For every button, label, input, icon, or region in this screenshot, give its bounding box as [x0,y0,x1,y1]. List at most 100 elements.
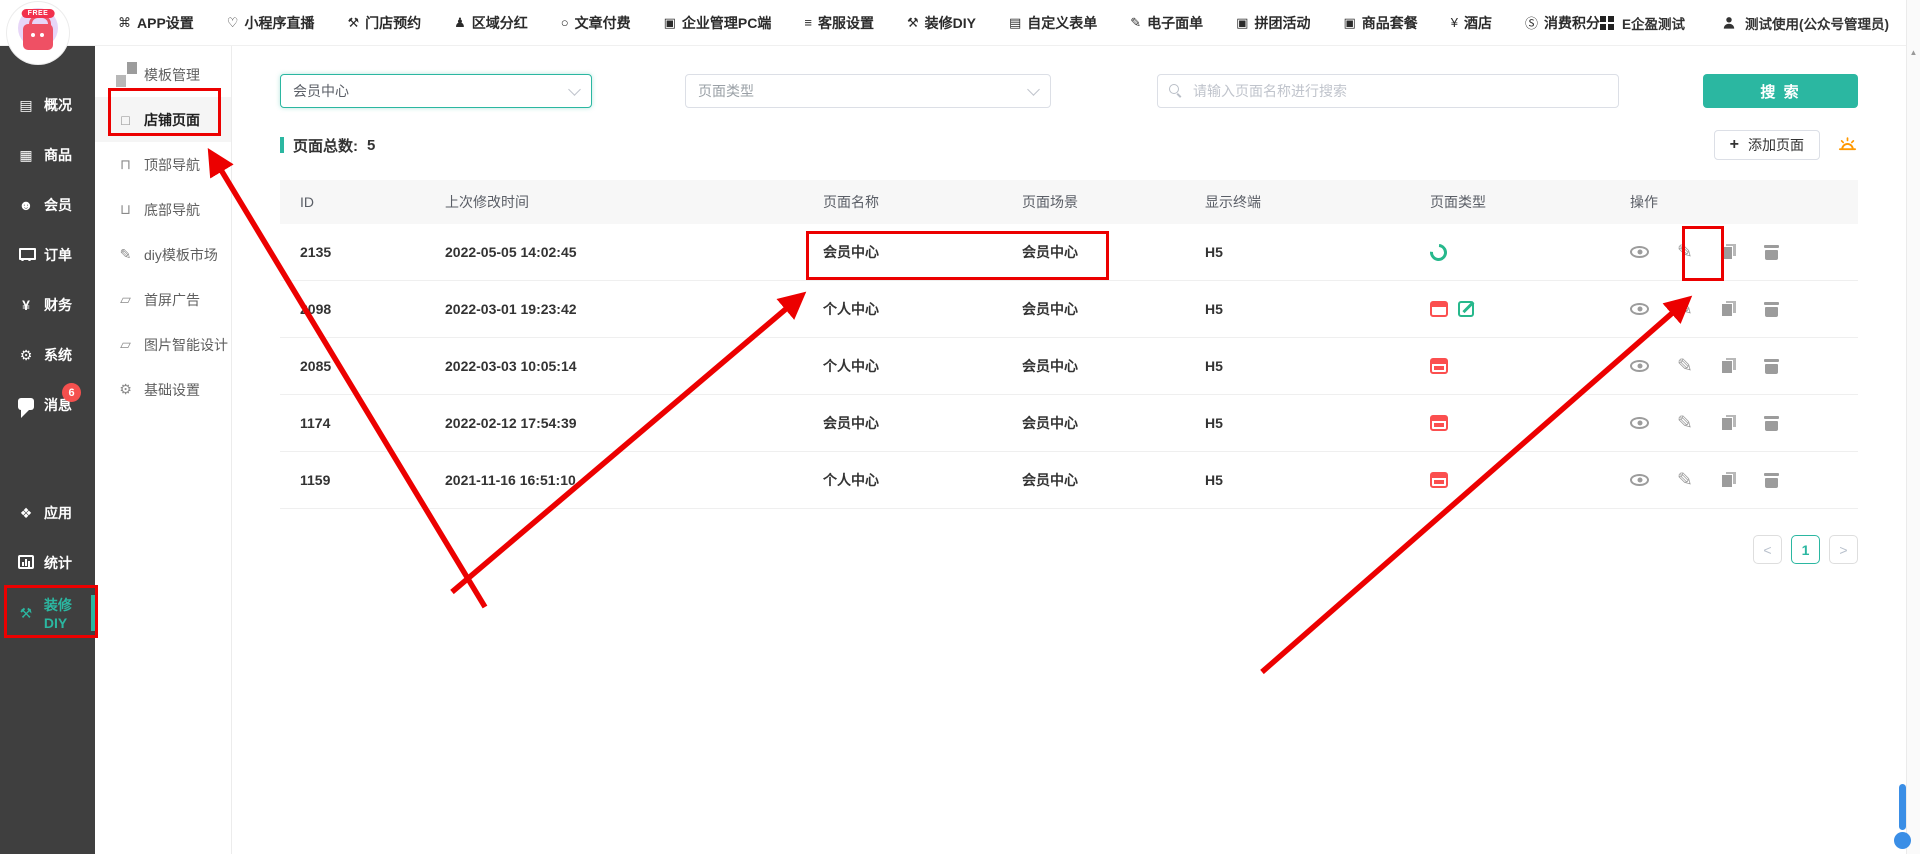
next-page-button[interactable]: > [1829,535,1858,564]
cell-terminal: H5 [1205,472,1430,488]
copy-icon[interactable] [1721,415,1736,431]
copy-icon[interactable] [1721,244,1736,260]
plus-icon: + [1730,136,1739,154]
sidebar-item-statistics[interactable]: 统计 [0,538,95,588]
cell-page-scene: 会员中心 [1022,356,1205,376]
trash-icon[interactable] [1764,301,1779,317]
scroll-up-arrow[interactable]: ▲ [1907,48,1920,57]
top-nav-item-custom-form[interactable]: ▤自定义表单 [1009,13,1097,33]
page-type-select[interactable]: 页面类型 [685,74,1051,108]
sidebar-item-decorate-diy[interactable]: ⚒装修DIY [0,588,95,638]
pencil-icon[interactable]: ✎ [1677,357,1693,376]
subnav-item-top-nav[interactable]: ⊓顶部导航 [95,142,231,187]
pages-table: ID 上次修改时间 页面名称 页面场景 显示终端 页面类型 操作 2135 20… [280,180,1858,509]
eye-icon[interactable] [1630,246,1649,258]
trash-icon[interactable] [1764,244,1779,260]
trash-icon[interactable] [1764,472,1779,488]
sidebar-item-system[interactable]: ⚙系统 [0,330,95,380]
subnav-item-splash-ad[interactable]: ▱首屏广告 [95,277,231,322]
user-name: 测试使用(公众号管理员) [1745,13,1889,33]
search-button[interactable]: 搜 索 [1703,74,1858,108]
lines-icon: ≡ [804,15,812,30]
subnav-item-bottom-nav[interactable]: ⊔底部导航 [95,187,231,232]
top-nav-item-decorate-diy[interactable]: ⚒装修DIY [907,13,976,33]
pencil-icon[interactable]: ✎ [1677,471,1693,490]
top-nav-label: 拼团活动 [1254,13,1310,33]
top-nav-item-app-settings[interactable]: ⌘APP设置 [118,13,194,33]
copy-icon[interactable] [1721,358,1736,374]
user-menu[interactable]: 测试使用(公众号管理员) [1721,13,1889,33]
cell-page-name: 个人中心 [823,356,1022,376]
vertical-scrollbar[interactable]: ▲ [1906,0,1920,854]
top-nav-label: 门店预约 [365,13,421,33]
top-nav-item-store-booking[interactable]: ⚒ 门店预约 [347,13,421,33]
cell-id: 2098 [280,301,445,317]
subnav-item-diy-template-market[interactable]: ✎diy模板市场 [95,232,231,277]
trash-icon[interactable] [1764,415,1779,431]
cell-actions: ✎ [1630,471,1858,490]
workspace-switcher[interactable]: E企盈测试 [1600,13,1685,33]
top-nav-item-enterprise-pc[interactable]: ▣企业管理PC端 [664,13,772,33]
sidebar-item-finance[interactable]: ¥财务 [0,280,95,330]
image-icon: ▣ [1236,15,1248,31]
page-1-button[interactable]: 1 [1791,535,1820,564]
sidebar-item-goods[interactable]: ▦商品 [0,130,95,180]
search-input[interactable] [1191,82,1607,100]
yen-icon: ¥ [1451,15,1458,30]
sidebar-item-orders[interactable]: 订单 [0,230,95,280]
top-nav-label: 文章付费 [575,13,631,33]
cart-icon [17,247,35,264]
eye-icon[interactable] [1630,474,1649,486]
top-nav-item-e-waybill[interactable]: ✎电子面单 [1130,13,1203,33]
sidebar-item-members[interactable]: ☻会员 [0,180,95,230]
page-total: 页面总数: 5 [280,135,375,156]
top-nav-item-region-dividend[interactable]: ♟区域分红 [454,13,528,33]
edit-green-icon [1458,301,1474,317]
blue-scroll-widget[interactable] [1899,784,1906,830]
top-nav-item-consume-points[interactable]: Ⓢ消费积分 [1525,13,1600,33]
subnav-item-shop-pages[interactable]: □店铺页面 [95,97,231,142]
add-page-button[interactable]: + 添加页面 [1714,130,1820,160]
sidebar-item-apps[interactable]: ❖应用 [0,488,95,538]
scene-select[interactable]: 会员中心 [280,74,592,108]
top-nav-item-hotel[interactable]: ¥酒店 [1451,13,1492,33]
subnav-item-basic-settings[interactable]: ⚙基础设置 [95,367,231,412]
trash-icon[interactable] [1764,358,1779,374]
message-count-badge: 6 [62,383,81,402]
sidebar-label: 系统 [44,345,72,365]
alarm-icon[interactable] [1837,135,1858,156]
pencil-icon[interactable]: ✎ [1677,243,1693,262]
eye-icon[interactable] [1630,360,1649,372]
tools-icon: ⚒ [347,15,359,31]
tag-icon: ▱ [117,291,134,308]
add-page-label: 添加页面 [1748,135,1804,155]
top-nav-item-group-activity[interactable]: ▣ 拼团活动 [1236,13,1310,33]
pencil-icon[interactable]: ✎ [1677,300,1693,319]
col-id: ID [280,194,445,210]
prev-page-button[interactable]: < [1753,535,1782,564]
top-nav-item-article-pay[interactable]: ○文章付费 [561,13,631,33]
page-total-count: 5 [367,137,375,154]
heart-icon: ♡ [227,15,239,31]
free-badge: FREE [22,9,55,18]
top-nav-item-customer-service[interactable]: ≡客服设置 [804,13,874,33]
subnav-item-image-smart-design[interactable]: ▱图片智能设计 [95,322,231,367]
grid-icon [1600,16,1614,30]
top-nav-item-product-package[interactable]: ▣商品套餐 [1343,13,1417,33]
eye-icon[interactable] [1630,417,1649,429]
subnav-item-template-manage[interactable]: 模板管理 [95,52,231,97]
pencil-icon[interactable]: ✎ [1677,414,1693,433]
top-nav-label: 区域分红 [472,13,528,33]
copy-icon[interactable] [1721,301,1736,317]
blue-dot-widget[interactable] [1894,832,1911,849]
app-logo[interactable]: FREE [7,2,69,64]
chevron-down-icon [1027,83,1040,96]
cell-id: 2135 [280,244,445,260]
copy-icon[interactable] [1721,472,1736,488]
top-nav-item-miniprogram-live[interactable]: ♡小程序直播 [227,13,315,33]
section-tick [280,137,284,153]
sidebar-item-messages[interactable]: 消息6 [0,380,95,430]
sidebar-item-overview[interactable]: ▤概况 [0,80,95,130]
cell-page-scene: 会员中心 [1022,413,1205,433]
eye-icon[interactable] [1630,303,1649,315]
